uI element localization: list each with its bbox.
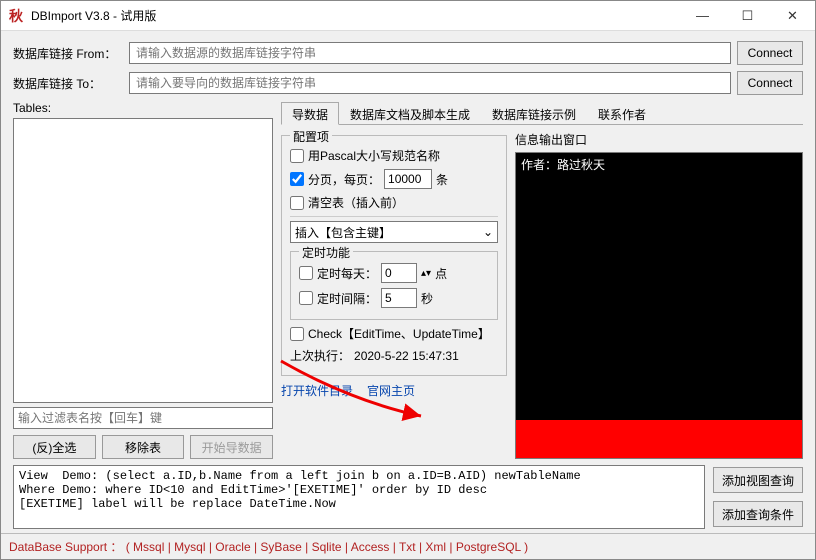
insert-combo[interactable]: 插入【包含主键】 ⌄ — [290, 221, 498, 243]
tab-contact[interactable]: 联系作者 — [587, 102, 657, 125]
window-title: DBImport V3.8 - 试用版 — [31, 7, 680, 24]
tab-docs[interactable]: 数据库文档及脚本生成 — [339, 102, 481, 125]
paging-checkbox[interactable] — [290, 172, 304, 186]
tables-listbox[interactable] — [13, 118, 273, 403]
tab-import[interactable]: 导数据 — [281, 102, 339, 125]
remove-table-button[interactable]: 移除表 — [102, 435, 185, 459]
last-exec-value: 2020-5-22 15:47:31 — [354, 349, 459, 363]
config-group-title: 配置项 — [290, 128, 332, 145]
maximize-button[interactable]: ☐ — [725, 1, 770, 31]
check-time-checkbox[interactable] — [290, 327, 304, 341]
interval-unit: 秒 — [421, 290, 433, 307]
chevron-down-icon: ⌄ — [483, 225, 493, 239]
conn-to-input[interactable] — [129, 72, 731, 94]
config-group: 配置项 用Pascal大小写规范名称 分页，每页： 条 — [281, 135, 507, 376]
app-icon: 秋 — [6, 6, 26, 26]
filter-input[interactable] — [13, 407, 273, 429]
close-button[interactable]: ✕ — [770, 1, 815, 31]
last-exec-label: 上次执行： — [290, 347, 350, 364]
conn-from-label: 数据库链接 From： — [13, 45, 123, 62]
interval-value[interactable] — [381, 288, 417, 308]
demo-textarea[interactable]: View Demo: (select a.ID,b.Name from a le… — [13, 465, 705, 529]
daily-value[interactable] — [381, 263, 417, 283]
conn-from-input[interactable] — [129, 42, 731, 64]
daily-unit: 点 — [435, 265, 447, 282]
connect-from-button[interactable]: Connect — [737, 41, 803, 65]
minimize-button[interactable]: — — [680, 1, 725, 31]
add-view-button[interactable]: 添加视图查询 — [713, 467, 803, 493]
paging-unit: 条 — [436, 171, 448, 188]
output-title: 信息输出窗口 — [515, 131, 803, 148]
tabs: 导数据 数据库文档及脚本生成 数据库链接示例 联系作者 — [281, 101, 803, 125]
output-box: 作者：路过秋天 — [515, 152, 803, 459]
paging-value[interactable] — [384, 169, 432, 189]
select-all-button[interactable]: (反)全选 — [13, 435, 96, 459]
open-dir-link[interactable]: 打开软件目录 — [281, 382, 353, 399]
start-import-button[interactable]: 开始导数据 — [190, 435, 273, 459]
check-time-label: Check【EditTime、UpdateTime】 — [308, 325, 490, 342]
interval-checkbox[interactable] — [299, 291, 313, 305]
titlebar: 秋 DBImport V3.8 - 试用版 — ☐ ✕ — [1, 1, 815, 31]
tables-label: Tables: — [13, 101, 273, 115]
paging-label: 分页，每页： — [308, 171, 380, 188]
homepage-link[interactable]: 官网主页 — [367, 382, 415, 399]
daily-label: 定时每天： — [317, 265, 377, 282]
output-author: 作者：路过秋天 — [521, 156, 797, 173]
connect-to-button[interactable]: Connect — [737, 71, 803, 95]
clear-label: 清空表（插入前） — [308, 194, 404, 211]
tab-examples[interactable]: 数据库链接示例 — [481, 102, 587, 125]
status-bar: DataBase Support ： ( Mssql | Mysql | Ora… — [1, 533, 815, 559]
interval-label: 定时间隔： — [317, 290, 377, 307]
output-progress-bar — [516, 420, 802, 458]
timer-group: 定时功能 定时每天： ▴▾ 点 定时间隔 — [290, 251, 498, 320]
pascal-checkbox[interactable] — [290, 149, 304, 163]
timer-group-title: 定时功能 — [299, 244, 353, 261]
clear-checkbox[interactable] — [290, 196, 304, 210]
daily-checkbox[interactable] — [299, 266, 313, 280]
pascal-label: 用Pascal大小写规范名称 — [308, 147, 440, 164]
add-condition-button[interactable]: 添加查询条件 — [713, 501, 803, 527]
conn-to-label: 数据库链接 To： — [13, 75, 123, 92]
